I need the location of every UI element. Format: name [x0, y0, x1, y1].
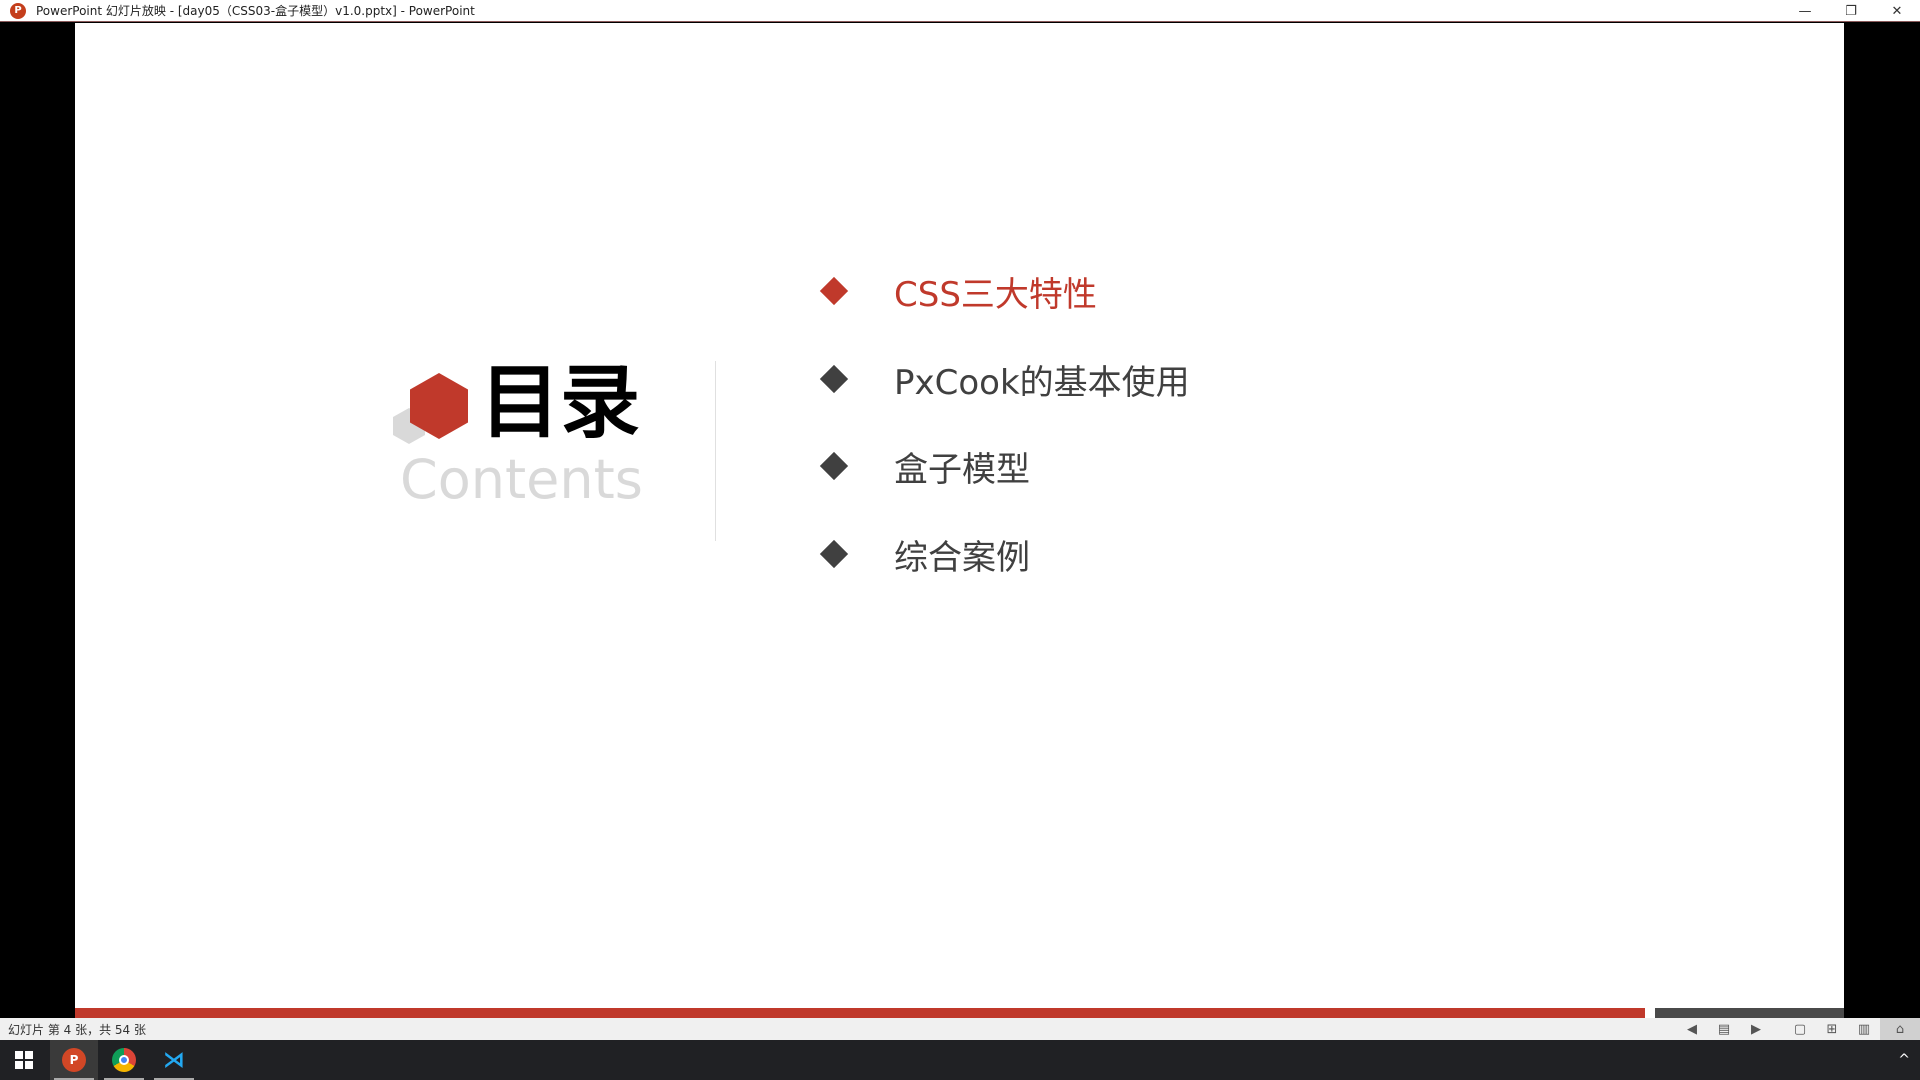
view-controls: ◀ ▤ ▶ ▢ ⊞ ▥ ⌂ [1676, 1018, 1920, 1040]
toc-item-label: CSS三大特性 [894, 274, 1097, 315]
minimize-button[interactable]: — [1782, 0, 1828, 22]
notes-icon[interactable]: ▤ [1708, 1018, 1740, 1040]
footer-bar-red [75, 1008, 1645, 1018]
toc-item-label: 综合案例 [894, 537, 1030, 578]
restore-button[interactable]: ❐ [1828, 0, 1874, 22]
slide-footer-bar [75, 1008, 1844, 1018]
diamond-bullet-icon [819, 276, 849, 306]
diamond-bullet-icon [819, 451, 849, 481]
toc-item-label: 盒子模型 [894, 449, 1030, 490]
slide[interactable]: 目录 Contents CSS三大特性 PxCook的基本使用 盒子模型 综合案… [75, 23, 1844, 1018]
tray-chevron-icon[interactable]: ^ [1898, 1040, 1910, 1080]
slide-title: 目录 [480, 356, 640, 449]
status-bar: 幻灯片 第 4 张，共 54 张 ◀ ▤ ▶ ▢ ⊞ ▥ ⌂ [0, 1018, 1920, 1040]
reading-view-icon[interactable]: ▥ [1848, 1018, 1880, 1040]
taskbar-chrome[interactable] [100, 1040, 148, 1080]
taskbar-vscode[interactable]: ⋊ [150, 1040, 198, 1080]
slideshow-stage: 目录 Contents CSS三大特性 PxCook的基本使用 盒子模型 综合案… [0, 23, 1920, 1018]
slide-counter: 幻灯片 第 4 张，共 54 张 [8, 1022, 146, 1037]
toc-item-box-model: 盒子模型 [819, 441, 1030, 491]
vscode-icon: ⋊ [163, 1047, 185, 1073]
window-controls: — ❐ ✕ [1782, 0, 1920, 22]
toc-item-case-study: 综合案例 [819, 529, 1030, 579]
window-title: PowerPoint 幻灯片放映 - [day05（CSS03-盒子模型）v1.… [36, 4, 475, 18]
taskbar: P ⋊ ^ [0, 1040, 1920, 1080]
toc-item-pxcook: PxCook的基本使用 [819, 354, 1190, 404]
slide-sorter-icon[interactable]: ⊞ [1816, 1018, 1848, 1040]
chrome-icon [112, 1048, 136, 1072]
toc-item-css-features: CSS三大特性 [819, 266, 1097, 316]
normal-view-icon[interactable]: ▢ [1784, 1018, 1816, 1040]
diamond-bullet-icon [819, 539, 849, 569]
windows-icon [15, 1051, 33, 1069]
toc-item-label: PxCook的基本使用 [894, 362, 1190, 403]
title-bar: P PowerPoint 幻灯片放映 - [day05（CSS03-盒子模型）v… [0, 0, 1920, 22]
previous-icon[interactable]: ◀ [1676, 1018, 1708, 1040]
close-button[interactable]: ✕ [1874, 0, 1920, 22]
slide-subtitle: Contents [400, 448, 643, 511]
taskbar-powerpoint[interactable]: P [50, 1040, 98, 1080]
divider [715, 361, 716, 541]
slideshow-icon[interactable]: ⌂ [1880, 1018, 1920, 1040]
powerpoint-icon: P [62, 1048, 86, 1072]
diamond-bullet-icon [819, 364, 849, 394]
powerpoint-app-icon[interactable]: P [10, 2, 26, 19]
footer-bar-gray [1655, 1008, 1844, 1018]
next-icon[interactable]: ▶ [1740, 1018, 1772, 1040]
start-button[interactable] [0, 1040, 48, 1080]
